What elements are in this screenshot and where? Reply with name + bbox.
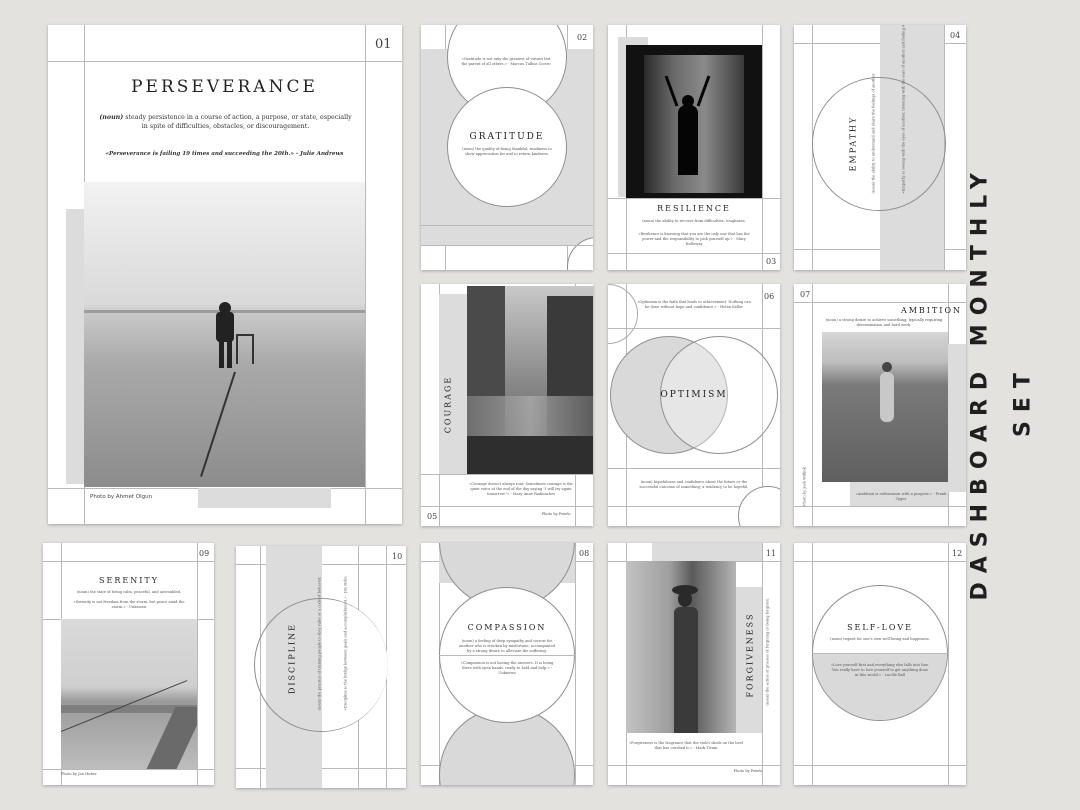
photo-woman-field — [822, 332, 948, 482]
page-number: 03 — [766, 257, 777, 266]
page-title: COURAGE — [443, 375, 453, 434]
page-title: EMPATHY — [848, 115, 858, 172]
photo-dancer-window — [626, 45, 762, 198]
page-number: 12 — [952, 549, 963, 558]
page-title: SERENITY — [99, 576, 159, 585]
photo-city-street — [467, 286, 593, 474]
photo-woman-hat — [626, 561, 736, 733]
photo-fence-road — [61, 619, 197, 769]
page-card-perseverance: 01 PERSEVERANCE (noun) steady persistenc… — [48, 25, 402, 524]
photo-credit: Photo by Ahmet Olgun — [90, 494, 153, 500]
page-card-forgiveness: 11 FORGIVENESS (noun) the action or proc… — [608, 543, 780, 785]
part-of-speech: (noun) — [99, 114, 124, 121]
page-card-ambition: 07 AMBITION (noun) a strong desire to ac… — [794, 284, 966, 526]
page-title: COMPASSION — [467, 623, 547, 632]
page-number: 08 — [579, 549, 590, 558]
page-title: GRATITUDE — [469, 132, 545, 142]
photo-man-on-beach — [84, 182, 365, 487]
page-number: 11 — [766, 549, 777, 558]
page-title: FORGIVENESS — [745, 612, 755, 698]
page-number: 04 — [950, 31, 961, 40]
page-title: AMBITION — [900, 306, 962, 315]
page-title: DISCIPLINE — [287, 622, 297, 695]
page-card-serenity: 09 SERENITY (noun) the state of being ca… — [43, 543, 214, 785]
brand-title: DASHBOARD MONTHLY SET — [968, 50, 1065, 750]
page-title: OPTIMISM — [660, 390, 728, 400]
page-number: 01 — [375, 37, 392, 52]
page-number: 05 — [427, 512, 438, 521]
circle-left-fill — [813, 78, 880, 210]
page-card-self-love: 12 SELF-LOVE (noun) regard for one's own… — [794, 543, 966, 785]
page-number: 07 — [800, 290, 811, 299]
page-card-compassion: 08 COMPASSION (noun) a feeling of deep s… — [421, 543, 593, 785]
page-number: 10 — [392, 552, 403, 561]
definition-text: (noun) steady persistence in a course of… — [98, 113, 353, 131]
page-title: SELF-LOVE — [847, 623, 913, 632]
page-number: 09 — [199, 549, 210, 558]
definition-body: steady persistence in a course of action… — [123, 114, 352, 130]
brand-line-1: DASHBOARD MONTHLY — [967, 164, 993, 601]
page-title: RESILIENCE — [657, 204, 731, 213]
page-card-resilience: RESILIENCE (noun) the ability to recover… — [608, 25, 780, 270]
brand-line-2: SET — [1010, 364, 1036, 437]
page-card-courage: COURAGE «Courage doesn't always roar. So… — [421, 284, 593, 526]
page-card-discipline: 10 DISCIPLINE (noun) the practice of tra… — [236, 546, 406, 788]
page-title: PERSEVERANCE — [131, 77, 318, 97]
page-card-gratitude: 02 «Gratitude is not only the greatest o… — [421, 25, 593, 270]
page-number: 06 — [764, 292, 775, 301]
page-number: 02 — [577, 33, 588, 42]
page-card-optimism: 06 «Optimism is the faith that leads to … — [608, 284, 780, 526]
page-card-empathy: 04 EMPATHY (noun) the ability to underst… — [794, 25, 966, 270]
quote-text: «Perseverance is failing 19 times and su… — [105, 151, 344, 157]
